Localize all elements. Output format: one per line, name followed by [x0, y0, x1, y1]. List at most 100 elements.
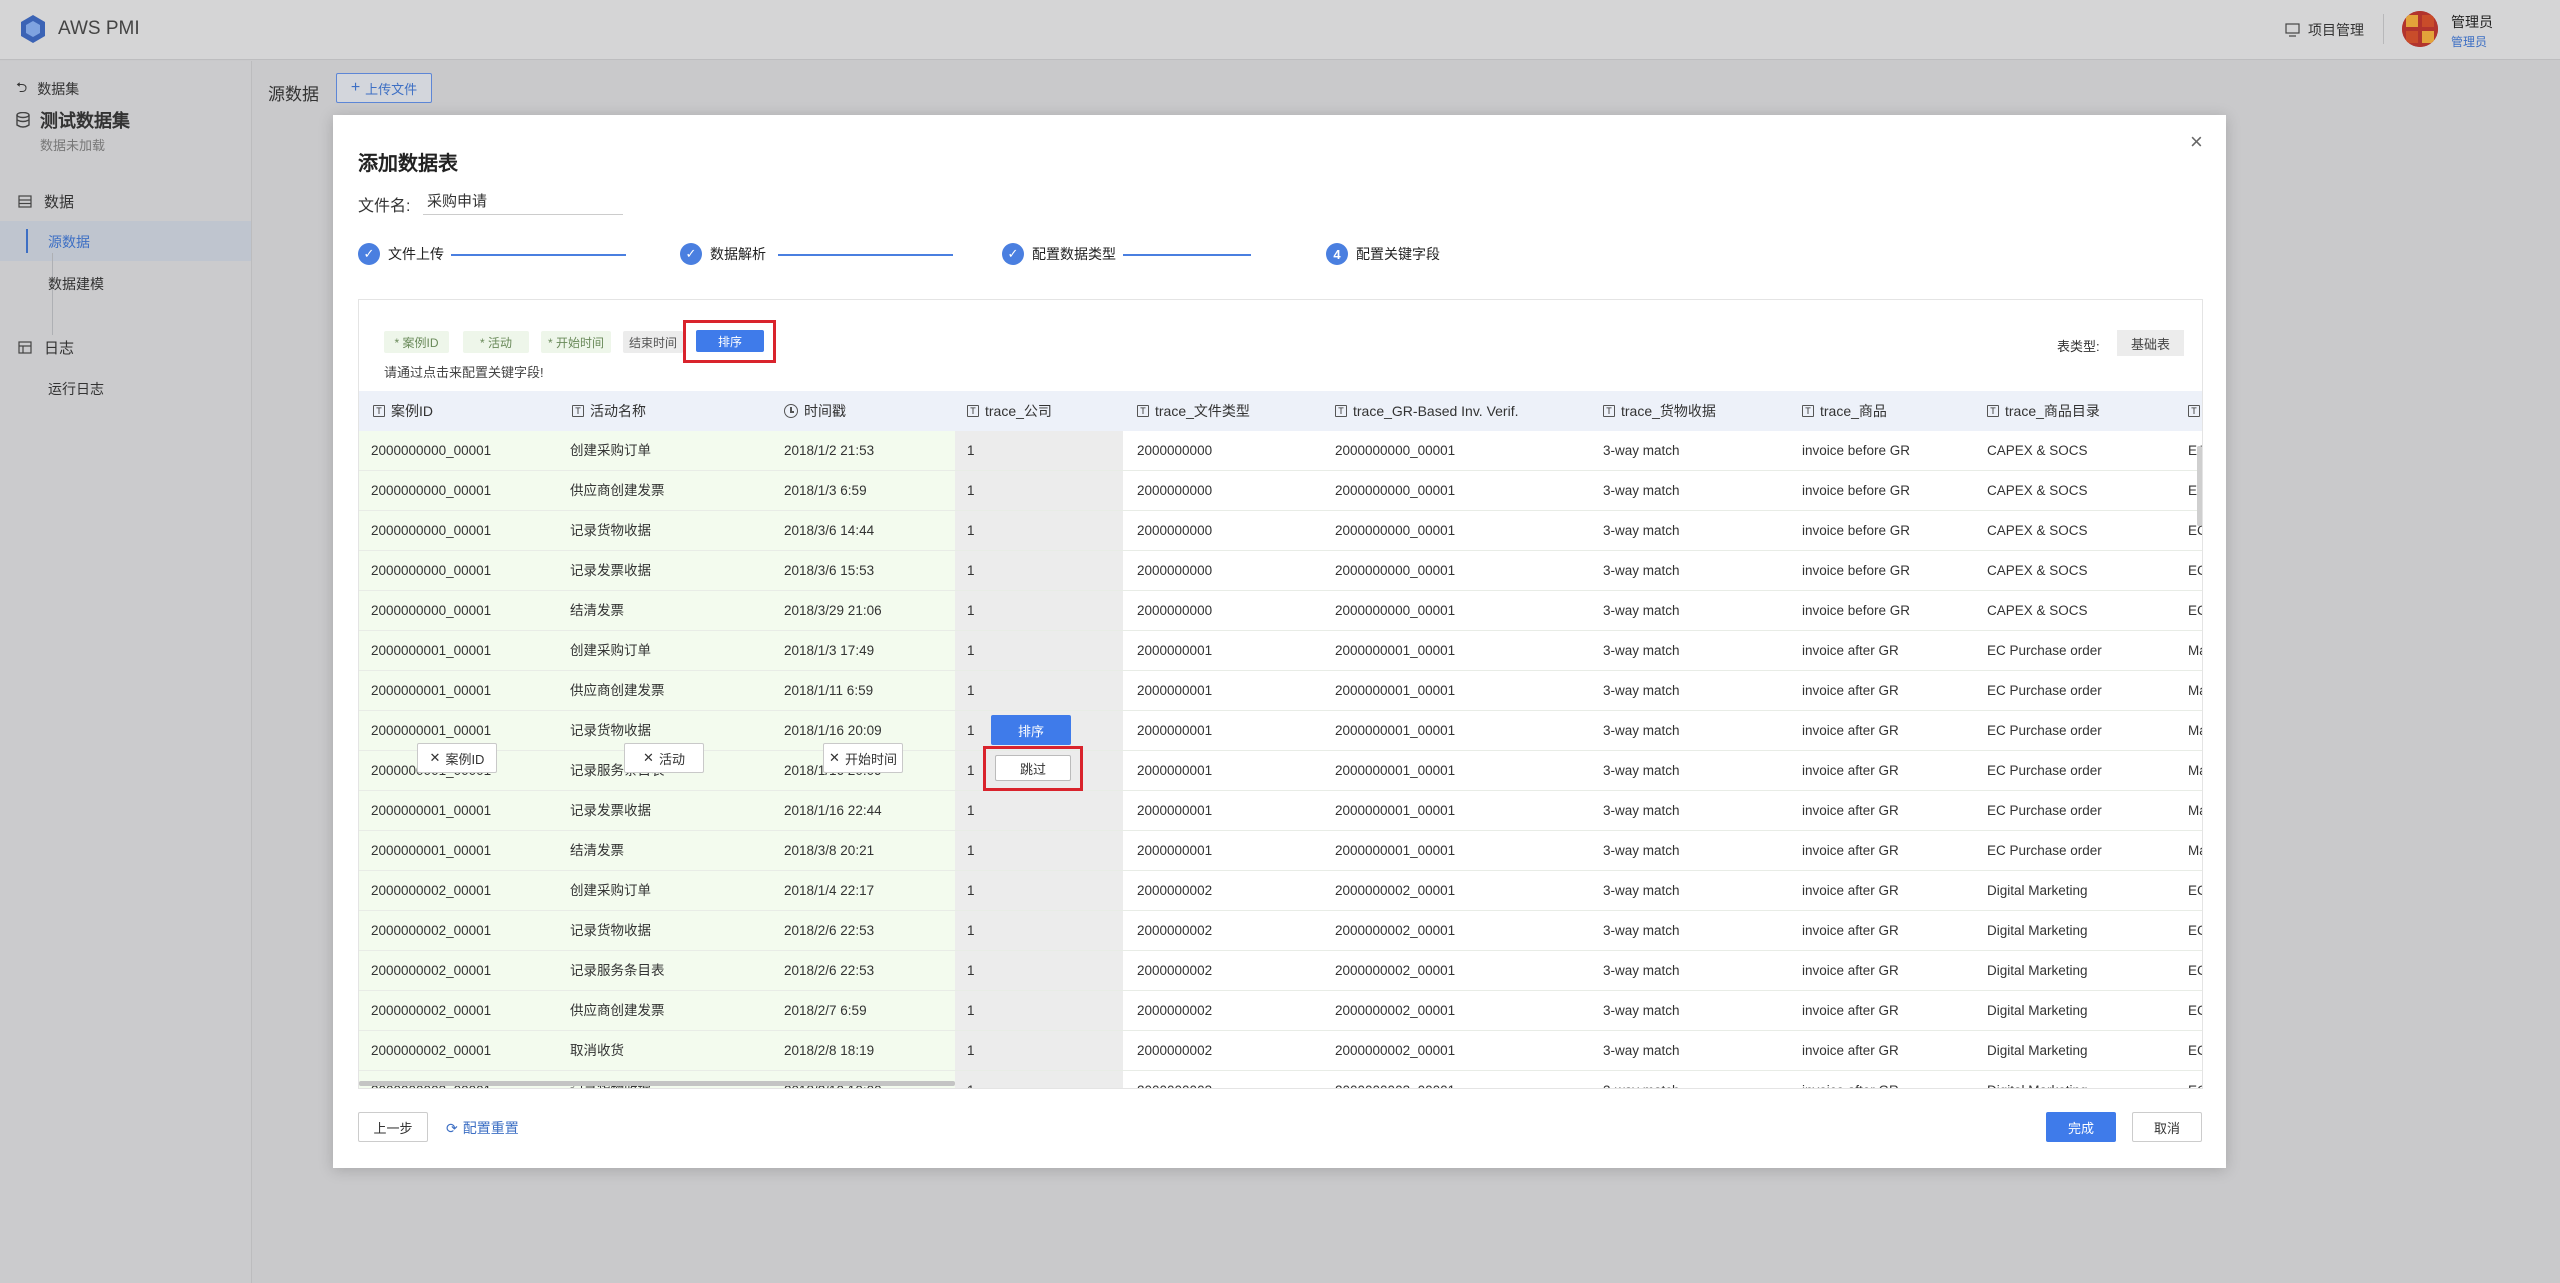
- assigned-tag-start-time[interactable]: ✕ 开始时间: [823, 743, 903, 773]
- column-header[interactable]: Ttrace_文件类型: [1137, 391, 1250, 431]
- table-cell: invoice after GR: [1802, 643, 1899, 658]
- table-cell: CAPEX & SOCS: [1987, 603, 2088, 618]
- column-header-label: 时间戳: [804, 403, 846, 419]
- cancel-button[interactable]: 取消: [2132, 1112, 2202, 1142]
- text-type-icon: T: [1335, 405, 1347, 417]
- page-title: 源数据: [268, 85, 319, 104]
- sidebar-item-run-log[interactable]: 运行日志: [48, 379, 104, 399]
- column-header[interactable]: Ttrace_商品目录: [1987, 391, 2100, 431]
- assigned-tag-case-id[interactable]: ✕ 案例ID: [417, 743, 497, 773]
- sidebar: ⮌ 数据集 测试数据集 数据未加载 数据 源数据 数据建模 日志 运行日志: [0, 61, 252, 1283]
- brand[interactable]: AWS PMI: [18, 14, 140, 44]
- chip-case-id[interactable]: * 案例ID: [384, 331, 449, 353]
- column-header[interactable]: Ttrace_商品: [1802, 391, 1887, 431]
- done-button[interactable]: 完成: [2046, 1112, 2116, 1142]
- log-icon: [18, 341, 32, 354]
- table-cell: EC: [2188, 923, 2202, 938]
- column-header[interactable]: Ttrace_货物收据: [1603, 391, 1716, 431]
- table-cell: 1: [967, 843, 975, 858]
- chip-start-time[interactable]: * 开始时间: [541, 331, 611, 353]
- step-config-types: ✓ 配置数据类型: [1002, 243, 1116, 265]
- table-cell: 1: [967, 683, 975, 698]
- back-to-datasets[interactable]: ⮌ 数据集: [16, 77, 79, 101]
- close-icon[interactable]: ×: [2190, 129, 2203, 155]
- step-label: 数据解析: [710, 246, 766, 262]
- chip-end-time[interactable]: 结束时间: [623, 331, 683, 353]
- column-header[interactable]: Ttrace_GR-Based Inv. Verif.: [1335, 391, 1518, 431]
- table-cell: Digital Marketing: [1987, 1043, 2088, 1058]
- table-cell: 记录货物收据: [570, 923, 651, 938]
- table-cell: 2000000002: [1137, 883, 1213, 898]
- column-sort-button[interactable]: 排序: [991, 715, 1071, 745]
- chip-activity[interactable]: * 活动: [463, 331, 529, 353]
- column-header-label: trace_文件类型: [1155, 403, 1250, 419]
- table-type-select[interactable]: 基础表: [2117, 330, 2184, 356]
- table-cell: EC: [2188, 963, 2202, 978]
- table-cell: invoice before GR: [1802, 523, 1911, 538]
- table-cell: 2000000000: [1137, 603, 1213, 618]
- table-cell: 2000000000_00001: [371, 443, 492, 458]
- table-cell: 记录服务条目表: [570, 963, 665, 978]
- data-table: T 案例ID T 活动名称 时间戳 Ttrace_公司 Ttrace_文件类型 Tt…: [359, 391, 2202, 1088]
- horizontal-scrollbar[interactable]: [359, 1081, 955, 1086]
- close-icon[interactable]: ✕: [643, 750, 654, 766]
- vertical-scrollbar[interactable]: [2197, 446, 2202, 526]
- step-label: 配置关键字段: [1356, 246, 1440, 262]
- column-header[interactable]: T 活动名称: [572, 391, 646, 431]
- table-cell: 2000000001: [1137, 683, 1213, 698]
- table-cell: 1: [967, 563, 975, 578]
- table-cell: 2000000002: [1137, 1043, 1213, 1058]
- close-icon[interactable]: ✕: [430, 750, 441, 766]
- table-cell: 2018/2/10 10:00: [784, 1071, 882, 1088]
- user-name[interactable]: 管理员: [2451, 12, 2493, 32]
- table-cell: 2018/2/6 22:53: [784, 923, 875, 938]
- table-cell: 2018/1/2 21:53: [784, 443, 875, 458]
- table-row: 2000000001_00001 创建采购订单 2018/1/3 17:49 1 200…: [359, 631, 2202, 671]
- table-icon: [18, 195, 32, 208]
- back-arrow-icon: ⮌: [16, 79, 28, 95]
- sidebar-item-source-data[interactable]: 源数据: [48, 232, 90, 252]
- table-cell: 2000000001_00001: [371, 683, 492, 698]
- table-cell: 2000000001: [1137, 843, 1213, 858]
- column-header[interactable]: Ttrace_公司: [967, 391, 1052, 431]
- nav-section-data[interactable]: 数据: [18, 191, 74, 212]
- table-cell: 3-way match: [1603, 763, 1680, 778]
- dataset-status: 数据未加载: [40, 138, 106, 153]
- column-header[interactable]: 时间戳: [784, 391, 846, 431]
- table-cell: 3-way match: [1603, 603, 1680, 618]
- close-icon[interactable]: ✕: [829, 750, 840, 766]
- avatar-image-icon: [2402, 11, 2438, 47]
- table-cell: CAPEX & SOCS: [1987, 523, 2088, 538]
- table-row: 2000000000_00001 创建采购订单 2018/1/2 21:53 1 200…: [359, 431, 2202, 471]
- assigned-tag-activity[interactable]: ✕ 活动: [624, 743, 704, 773]
- table-cell: 2000000000: [1137, 443, 1213, 458]
- sidebar-item-data-modeling[interactable]: 数据建模: [48, 274, 104, 294]
- file-name-input[interactable]: [423, 187, 623, 215]
- table-cell: Ma: [2188, 763, 2202, 778]
- column-header[interactable]: T 案例ID: [373, 391, 433, 431]
- table-cell: 2000000002_00001: [371, 923, 492, 938]
- previous-step-button[interactable]: 上一步: [358, 1112, 428, 1142]
- nav-section-data-label: 数据: [44, 194, 75, 211]
- table-cell: invoice after GR: [1802, 683, 1899, 698]
- avatar[interactable]: [2402, 11, 2438, 47]
- table-cell: 2000000000_00001: [371, 483, 492, 498]
- table-cell: invoice before GR: [1802, 563, 1911, 578]
- key-field-panel: * 案例ID * 活动 * 开始时间 结束时间 排序 请通过点击来配置关键字段!…: [358, 299, 2203, 1089]
- table-cell: Ma: [2188, 843, 2202, 858]
- column-header[interactable]: T: [2188, 391, 2202, 431]
- file-name-label: 文件名:: [358, 198, 411, 215]
- upload-file-button[interactable]: + 上传文件: [336, 73, 432, 103]
- table-cell: 2000000001_00001: [371, 843, 492, 858]
- project-management-link[interactable]: 项目管理: [2285, 20, 2364, 40]
- table-cell: 取消收货: [570, 1043, 624, 1058]
- table-cell: 2000000002_00001: [371, 1043, 492, 1058]
- table-cell: 2000000002_00001: [1335, 963, 1456, 978]
- table-cell: 2000000001_00001: [1335, 763, 1456, 778]
- database-icon: [16, 112, 30, 128]
- nav-section-log[interactable]: 日志: [18, 337, 74, 358]
- assigned-tag-label: 活动: [658, 751, 685, 767]
- table-cell: EC Purchase order: [1987, 723, 2102, 738]
- reset-config-link[interactable]: ⟳ 配置重置: [446, 1118, 519, 1138]
- table-cell: 2000000001_00001: [1335, 723, 1456, 738]
